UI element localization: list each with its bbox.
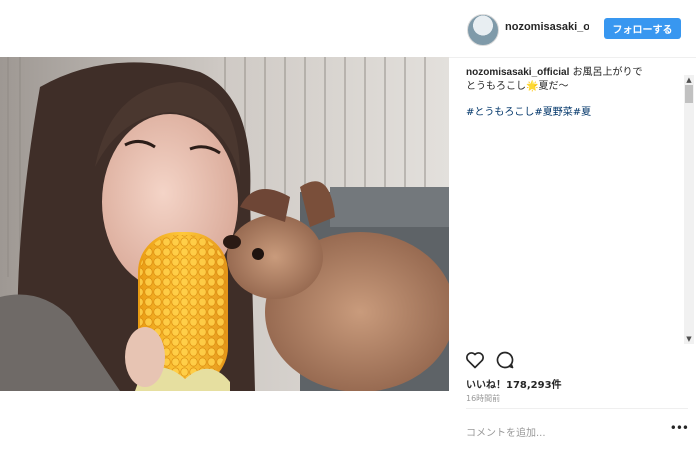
- scroll-down-arrow-icon[interactable]: ▼: [684, 334, 694, 344]
- caption-username[interactable]: nozomisasaki_official: [466, 67, 569, 78]
- caption-scrollbar[interactable]: ▲ ▼: [684, 75, 694, 344]
- caption-area: nozomisasaki_official お風呂上がりで とうもろこし🌟夏だ〜…: [466, 66, 678, 344]
- header-username[interactable]: nozomisasaki_official: [505, 21, 589, 33]
- hashtag-link[interactable]: #夏: [573, 107, 591, 118]
- comment-bar: コメントを追加... •••: [466, 408, 689, 450]
- heart-outline-icon[interactable]: [465, 350, 485, 374]
- follow-button[interactable]: フォローする: [604, 18, 681, 39]
- photo-illustration: [0, 57, 449, 391]
- likes-count[interactable]: いいね！178,293件: [466, 376, 562, 391]
- caption-line-2: とうもろこし🌟夏だ〜: [466, 81, 569, 92]
- post-header: nozomisasaki_official フォローする: [449, 0, 696, 58]
- caption-line-1: お風呂上がりで: [572, 67, 643, 78]
- caption: nozomisasaki_official お風呂上がりで とうもろこし🌟夏だ〜: [466, 66, 678, 94]
- hashtag-link[interactable]: #夏野菜: [534, 107, 572, 118]
- hashtags: #とうもろこし#夏野菜#夏: [466, 106, 678, 120]
- more-dots-icon[interactable]: •••: [670, 421, 689, 435]
- post-time[interactable]: 16時間前: [466, 393, 500, 404]
- comment-input[interactable]: コメントを追加...: [466, 424, 546, 439]
- post-side-panel: nozomisasaki_official フォローする nozomisasak…: [449, 0, 696, 449]
- avatar[interactable]: [467, 14, 499, 46]
- scroll-up-arrow-icon[interactable]: ▲: [684, 75, 694, 85]
- hashtag-link[interactable]: #とうもろこし: [466, 107, 534, 118]
- post-photo[interactable]: [0, 57, 449, 391]
- comment-bubble-icon[interactable]: [495, 350, 515, 374]
- scroll-thumb[interactable]: [685, 85, 693, 103]
